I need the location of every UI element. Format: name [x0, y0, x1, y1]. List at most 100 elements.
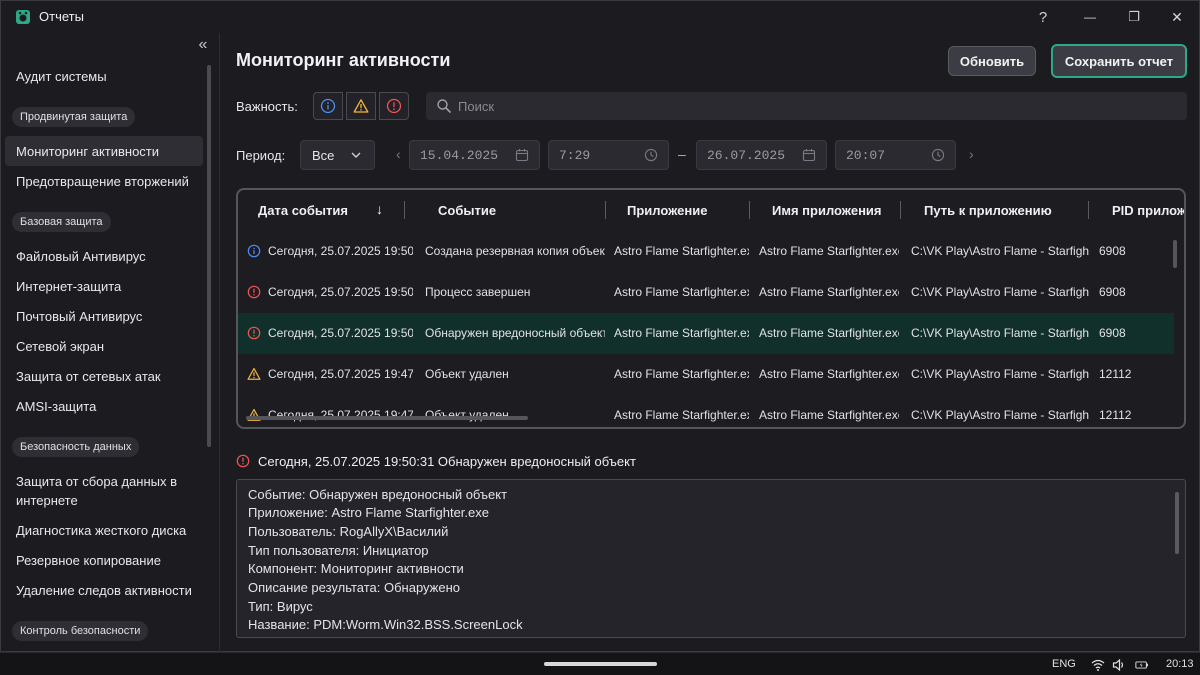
cell-pid: 12112	[1099, 408, 1132, 422]
date-from-field[interactable]: 15.04.2025	[409, 140, 540, 170]
clock-icon	[644, 148, 658, 162]
cell-app-path: C:\VK Play\Astro Flame - Starfighter	[911, 408, 1089, 422]
chevron-right-icon: ›	[969, 146, 974, 162]
sidebar-item-activity-monitor[interactable]: Мониторинг активности	[5, 136, 203, 166]
cell-app-name: Astro Flame Starfighter.exe	[759, 326, 899, 340]
period-label: Период:	[236, 148, 286, 163]
cell-application: Astro Flame Starfighter.exe	[614, 326, 749, 340]
table-row-selected[interactable]: Сегодня, 25.07.2025 19:50:31 Обнаружен в…	[238, 313, 1174, 354]
column-divider[interactable]	[1088, 201, 1089, 219]
severity-label: Важность:	[236, 99, 298, 114]
sidebar-item-amsi[interactable]: AMSI-защита	[5, 391, 203, 421]
period-select-value: Все	[312, 147, 335, 163]
severity-warning-toggle[interactable]	[346, 92, 376, 120]
home-indicator[interactable]	[544, 662, 657, 666]
prev-period-button[interactable]: ‹	[396, 146, 401, 162]
cell-event: Создана резервная копия объекта	[425, 244, 605, 258]
cell-event: Объект удален	[425, 367, 509, 381]
period-select[interactable]: Все	[300, 140, 375, 170]
sort-desc-icon[interactable]: ↓	[376, 201, 383, 217]
cell-event: Процесс завершен	[425, 285, 531, 299]
table-row[interactable]: Сегодня, 25.07.2025 19:47:11 Объект удал…	[238, 354, 1174, 395]
close-button[interactable]: ✕	[1163, 5, 1191, 29]
severity-info-toggle[interactable]	[313, 92, 343, 120]
info-icon	[247, 244, 261, 258]
sidebar-item-network-attack-blocker[interactable]: Защита от сетевых атак	[5, 361, 203, 391]
table-row[interactable]: Сегодня, 25.07.2025 19:50:31 Создана рез…	[238, 231, 1174, 272]
table-vertical-scrollbar[interactable]	[1173, 240, 1177, 268]
column-header-app-name[interactable]: Имя приложения	[772, 203, 882, 218]
detail-line: Описание результата: Обнаружено	[248, 580, 461, 595]
column-divider[interactable]	[900, 201, 901, 219]
language-indicator[interactable]: ENG	[1052, 658, 1076, 670]
cell-application: Astro Flame Starfighter.exe	[614, 367, 749, 381]
sidebar-item-backup[interactable]: Резервное копирование	[5, 545, 203, 575]
table-header: Дата события ↓ Событие Приложение Имя пр…	[238, 190, 1184, 230]
sidebar-item-privacy-cleaner[interactable]: Удаление следов активности	[5, 575, 203, 605]
sidebar-item-web-protection[interactable]: Интернет-защита	[5, 271, 203, 301]
sidebar-scrollbar[interactable]	[207, 65, 211, 447]
restore-button[interactable]: ❐	[1120, 5, 1148, 29]
cell-app-path: C:\VK Play\Astro Flame - Starfighter	[911, 285, 1089, 299]
detail-line: Название: PDM:Worm.Win32.BSS.ScreenLock	[248, 617, 523, 632]
sidebar-item-disk-diagnostics[interactable]: Диагностика жесткого диска	[5, 515, 203, 545]
refresh-button[interactable]: Обновить	[948, 46, 1036, 76]
sidebar: « Аудит системы Продвинутая защита Монит…	[1, 33, 220, 653]
detail-line: Тип пользователя: Инициатор	[248, 543, 429, 558]
events-table: Дата события ↓ Событие Приложение Имя пр…	[236, 188, 1186, 429]
sidebar-item-file-antivirus[interactable]: Файловый Антивирус	[5, 241, 203, 271]
error-icon	[386, 98, 402, 114]
table-row[interactable]: Сегодня, 25.07.2025 19:50:31 Процесс зав…	[238, 272, 1174, 313]
save-report-button[interactable]: Сохранить отчет	[1051, 44, 1187, 78]
error-icon	[236, 454, 250, 468]
column-header-date[interactable]: Дата события	[258, 203, 348, 218]
column-divider[interactable]	[605, 201, 606, 219]
battery-icon[interactable]	[1135, 658, 1149, 672]
time-to-value: 20:07	[846, 147, 886, 163]
detail-line: Приложение: Astro Flame Starfighter.exe	[248, 505, 489, 520]
column-header-application[interactable]: Приложение	[627, 203, 707, 218]
warning-icon	[247, 367, 261, 380]
calendar-icon	[802, 149, 816, 162]
help-button[interactable]: ?	[1029, 5, 1057, 29]
column-header-pid[interactable]: PID приложения	[1112, 203, 1184, 218]
collapse-sidebar-button[interactable]: «	[193, 35, 213, 55]
taskbar: ENG 20:13	[0, 652, 1200, 675]
details-scrollbar[interactable]	[1175, 492, 1179, 554]
detail-line: Событие: Обнаружен вредоносный объект	[248, 487, 508, 502]
search-box[interactable]	[426, 92, 1187, 120]
search-icon	[437, 99, 451, 113]
search-input[interactable]	[458, 96, 1158, 116]
sidebar-group-security-control: Контроль безопасности	[12, 621, 149, 641]
column-header-app-path[interactable]: Путь к приложению	[924, 203, 1052, 218]
time-to-field[interactable]: 20:07	[835, 140, 956, 170]
event-details-panel[interactable]: Событие: Обнаружен вредоносный объект Пр…	[236, 479, 1186, 638]
column-header-event[interactable]: Событие	[438, 203, 496, 218]
sidebar-group-basic: Базовая защита	[12, 212, 111, 232]
cell-date: Сегодня, 25.07.2025 19:50:31	[268, 244, 413, 258]
error-icon	[247, 326, 261, 340]
sidebar-item-intrusion-prevention[interactable]: Предотвращение вторжений	[5, 166, 203, 196]
table-horizontal-scrollbar[interactable]	[246, 416, 528, 420]
sidebar-item-data-collection-protection[interactable]: Защита от сбора данных в интернете	[5, 471, 203, 511]
cell-app-path: C:\VK Play\Astro Flame - Starfighter	[911, 326, 1089, 340]
sidebar-item-system-audit[interactable]: Аудит системы	[5, 61, 203, 91]
volume-icon[interactable]	[1112, 658, 1126, 672]
next-period-button[interactable]: ›	[969, 146, 974, 162]
severity-error-toggle[interactable]	[379, 92, 409, 120]
date-to-field[interactable]: 26.07.2025	[696, 140, 827, 170]
table-row[interactable]: Сегодня, 25.07.2025 19:47:11 Объект удал…	[238, 395, 1174, 427]
info-icon	[320, 98, 336, 114]
time-from-field[interactable]: 7:29	[548, 140, 669, 170]
sidebar-item-mail-antivirus[interactable]: Почтовый Антивирус	[5, 301, 203, 331]
warning-icon	[353, 99, 369, 113]
help-icon: ?	[1038, 8, 1048, 26]
minimize-button[interactable]: —	[1076, 5, 1104, 29]
wifi-icon[interactable]	[1091, 658, 1105, 672]
error-icon	[247, 285, 261, 299]
cell-application: Astro Flame Starfighter.exe	[614, 244, 749, 258]
column-divider[interactable]	[749, 201, 750, 219]
sidebar-item-firewall[interactable]: Сетевой экран	[5, 331, 203, 361]
column-divider[interactable]	[404, 201, 405, 219]
clock[interactable]: 20:13	[1166, 658, 1194, 670]
